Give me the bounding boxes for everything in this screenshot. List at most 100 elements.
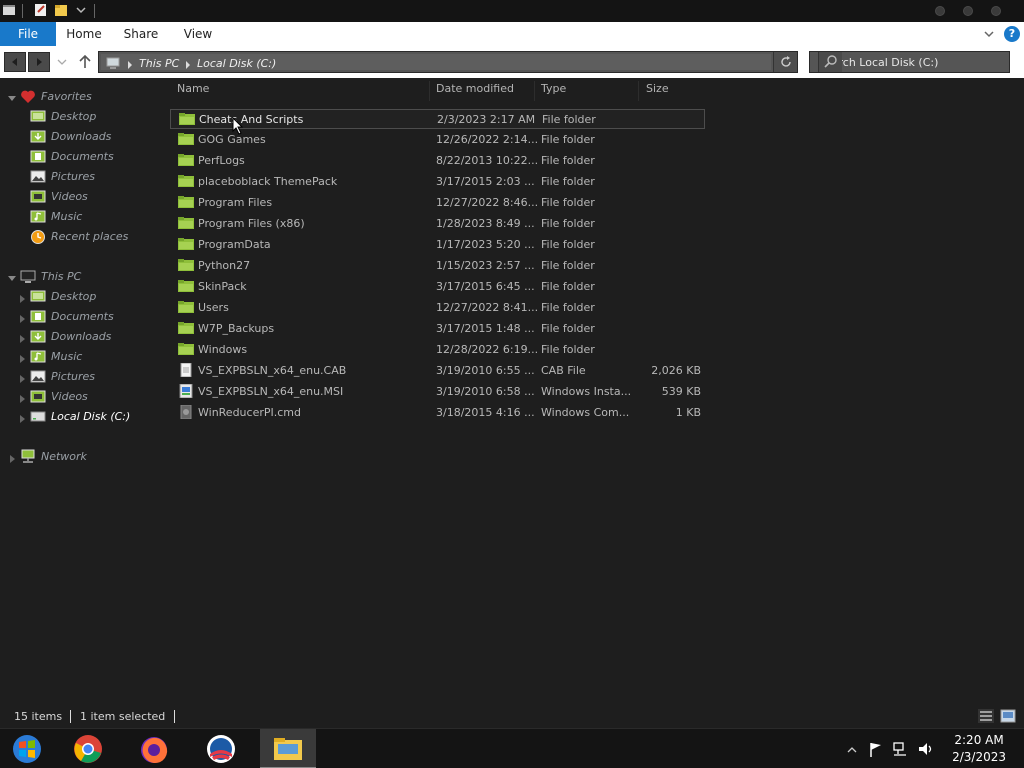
- expand-arrow-icon[interactable]: [18, 393, 26, 403]
- column-header-name[interactable]: Name: [177, 82, 209, 100]
- expand-arrow-icon[interactable]: [18, 333, 26, 343]
- new-folder-icon[interactable]: [54, 3, 70, 19]
- table-row[interactable]: ProgramData 1/17/2023 5:20 ... File folder: [170, 235, 705, 255]
- expand-arrow-icon[interactable]: [18, 413, 26, 423]
- refresh-button[interactable]: [773, 52, 797, 72]
- breadcrumb-local-disk[interactable]: Local Disk (C:): [197, 57, 276, 70]
- taskbar-chrome[interactable]: [62, 729, 118, 768]
- table-row[interactable]: Python27 1/15/2023 2:57 ... File folder: [170, 256, 705, 276]
- table-row[interactable]: Program Files (x86) 1/28/2023 8:49 ... Fil…: [170, 214, 705, 234]
- column-header-type[interactable]: Type: [541, 82, 566, 100]
- sidebar-item-pc-downloads[interactable]: Downloads: [18, 328, 158, 346]
- table-row[interactable]: Users 12/27/2022 8:41... File folder: [170, 298, 705, 318]
- nav-group-favorites[interactable]: Favorites: [8, 88, 168, 106]
- sidebar-item-videos[interactable]: Videos: [30, 188, 160, 206]
- collapse-arrow-icon[interactable]: [8, 272, 16, 281]
- collapse-arrow-icon[interactable]: [8, 92, 16, 101]
- search-icon[interactable]: [818, 52, 842, 72]
- recent-locations-icon[interactable]: [56, 56, 68, 71]
- minimize-button[interactable]: [935, 6, 945, 16]
- table-row[interactable]: W7P_Backups 3/17/2015 1:48 ... File folder: [170, 319, 705, 339]
- large-icons-view-icon[interactable]: [1000, 709, 1016, 726]
- tab-share[interactable]: Share: [118, 22, 164, 46]
- nav-group-network[interactable]: Network: [8, 448, 168, 466]
- tab-view[interactable]: View: [176, 22, 220, 46]
- sidebar-item-recent-places[interactable]: Recent places: [30, 228, 160, 246]
- expand-arrow-icon[interactable]: [18, 293, 26, 303]
- expand-arrow-icon[interactable]: [18, 313, 26, 323]
- sidebar-item-local-disk[interactable]: Local Disk (C:): [18, 408, 158, 426]
- expand-ribbon-icon[interactable]: [982, 27, 996, 41]
- sidebar-item-pc-music[interactable]: Music: [18, 348, 158, 366]
- table-row[interactable]: Windows 12/28/2022 6:19... File folder: [170, 340, 705, 360]
- system-clock[interactable]: 2:20 AM 2/3/2023: [952, 732, 1006, 766]
- action-center-flag-icon[interactable]: [868, 729, 884, 768]
- expand-arrow-icon[interactable]: [8, 453, 16, 463]
- maximize-button[interactable]: [963, 6, 973, 16]
- table-row[interactable]: Program Files 12/27/2022 8:46... File fold…: [170, 193, 705, 213]
- back-button[interactable]: [4, 52, 26, 72]
- file-type: File folder: [541, 238, 595, 251]
- sidebar-item-pc-videos[interactable]: Videos: [18, 388, 158, 406]
- taskbar-file-explorer[interactable]: [260, 729, 316, 768]
- search-box[interactable]: Search Local Disk (C:): [809, 51, 1010, 73]
- column-divider[interactable]: [429, 81, 430, 101]
- close-button[interactable]: [991, 6, 1001, 16]
- show-hidden-icons-icon[interactable]: [845, 729, 859, 768]
- volume-icon[interactable]: [917, 729, 935, 768]
- sidebar-item-pc-pictures[interactable]: Pictures: [18, 368, 158, 386]
- sidebar-item-pictures[interactable]: Pictures: [30, 168, 160, 186]
- table-row[interactable]: Cheats And Scripts 2/3/2023 2:17 AM File f…: [170, 109, 705, 129]
- file-type: File folder: [542, 113, 596, 126]
- tab-home[interactable]: Home: [62, 22, 106, 46]
- sidebar-item-label: Pictures: [51, 170, 96, 183]
- help-icon[interactable]: ?: [1004, 26, 1020, 42]
- sidebar-item-desktop[interactable]: Desktop: [30, 108, 160, 126]
- taskbar-firefox[interactable]: [128, 729, 184, 768]
- forward-button[interactable]: [28, 52, 50, 72]
- column-divider[interactable]: [638, 81, 639, 101]
- taskbar-obama-app[interactable]: [194, 729, 250, 768]
- table-row[interactable]: SkinPack 3/17/2015 6:45 ... File folder: [170, 277, 705, 297]
- navigation-pane: Favorites Desktop Downloads Documents Pi…: [0, 78, 168, 698]
- sidebar-item-documents[interactable]: Documents: [30, 148, 160, 166]
- downloads-icon: [30, 129, 46, 144]
- file-date-modified: 1/15/2023 2:57 ...: [436, 259, 535, 272]
- column-header-size[interactable]: Size: [646, 82, 669, 100]
- address-field[interactable]: This PC Local Disk (C:): [101, 54, 771, 70]
- start-button[interactable]: [0, 729, 56, 768]
- tab-file[interactable]: File: [0, 22, 56, 46]
- sidebar-item-downloads[interactable]: Downloads: [30, 128, 160, 146]
- table-row[interactable]: VS_EXPBSLN_x64_enu.MSI 3/19/2010 6:58 ...…: [170, 382, 705, 402]
- file-type: Windows Com...: [541, 406, 630, 419]
- network-tray-icon[interactable]: [892, 729, 910, 768]
- breadcrumb-separator-icon[interactable]: [127, 59, 133, 72]
- breadcrumb-this-pc[interactable]: This PC: [139, 57, 179, 70]
- file-name: Python27: [198, 259, 251, 272]
- nav-group-this-pc[interactable]: This PC: [8, 268, 168, 286]
- navigation-bar: This PC Local Disk (C:) Search Local Dis…: [0, 46, 1024, 78]
- window-menu-icon[interactable]: [2, 3, 18, 19]
- breadcrumb-separator-icon[interactable]: [185, 59, 191, 72]
- sidebar-item-music[interactable]: Music: [30, 208, 160, 226]
- address-bar[interactable]: This PC Local Disk (C:): [98, 51, 798, 73]
- properties-icon[interactable]: [34, 3, 50, 19]
- sidebar-item-label: Videos: [51, 190, 88, 203]
- sidebar-item-pc-documents[interactable]: Documents: [18, 308, 158, 326]
- table-row[interactable]: PerfLogs 8/22/2013 10:22... File folder: [170, 151, 705, 171]
- table-row[interactable]: VS_EXPBSLN_x64_enu.CAB 3/19/2010 6:55 ...…: [170, 361, 705, 381]
- table-row[interactable]: GOG Games 12/26/2022 2:14... File folder: [170, 130, 705, 150]
- table-row[interactable]: placeboblack ThemePack 3/17/2015 2:03 ...…: [170, 172, 705, 192]
- divider: [22, 4, 23, 18]
- table-row[interactable]: WinReducerPI.cmd 3/18/2015 4:16 ... Window…: [170, 403, 705, 423]
- expand-arrow-icon[interactable]: [18, 373, 26, 383]
- file-type: File folder: [541, 175, 595, 188]
- file-date-modified: 1/17/2023 5:20 ...: [436, 238, 535, 251]
- up-arrow-icon[interactable]: [78, 54, 92, 73]
- column-divider[interactable]: [534, 81, 535, 101]
- customize-toolbar-icon[interactable]: [74, 3, 90, 19]
- column-header-date[interactable]: Date modified: [436, 82, 514, 100]
- sidebar-item-pc-desktop[interactable]: Desktop: [18, 288, 158, 306]
- expand-arrow-icon[interactable]: [18, 353, 26, 363]
- details-view-icon[interactable]: [978, 709, 994, 726]
